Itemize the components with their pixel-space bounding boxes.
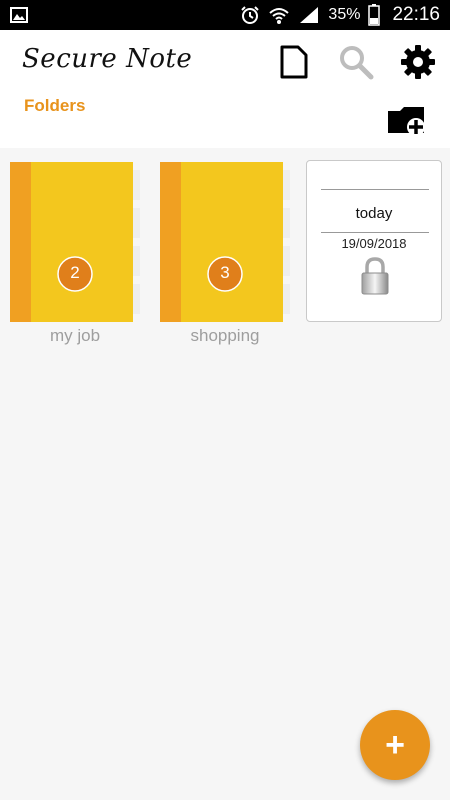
- search-icon: [340, 46, 374, 80]
- new-note-button[interactable]: [274, 42, 314, 82]
- folder-my-job[interactable]: 2: [10, 162, 144, 322]
- add-icon: +: [385, 725, 405, 764]
- signal-icon: [300, 7, 319, 23]
- battery-icon: [368, 4, 381, 26]
- search-button[interactable]: [336, 42, 376, 82]
- app-bar: Secure Note Folders: [0, 30, 450, 148]
- divider: [321, 232, 429, 233]
- add-folder-icon: [388, 107, 425, 136]
- notebook-icon: [10, 162, 140, 322]
- battery-percent: 35%: [328, 6, 361, 23]
- settings-button[interactable]: [398, 42, 438, 82]
- status-bar: 35% 22:16: [0, 0, 450, 30]
- clock-time: 22:16: [392, 4, 440, 25]
- divider: [321, 189, 429, 190]
- notebook-icon: [160, 162, 290, 322]
- folder-shopping[interactable]: 3: [160, 162, 294, 322]
- lock-icon: [361, 257, 389, 295]
- image-icon: [10, 7, 28, 23]
- alarm-icon: [241, 6, 260, 24]
- note-date: 19/09/2018: [341, 236, 407, 251]
- add-note-fab[interactable]: +: [360, 710, 430, 780]
- folders-label: Folders: [24, 96, 86, 115]
- folder-note-count: 2: [70, 263, 80, 282]
- gear-icon: [401, 45, 435, 79]
- new-note-icon: [280, 45, 308, 79]
- folder-note-count: 3: [220, 263, 230, 282]
- add-folder-button[interactable]: [386, 100, 426, 140]
- app-title: Secure Note: [22, 44, 193, 74]
- note-card[interactable]: today 19/09/2018: [306, 160, 442, 322]
- folder-name: shopping: [190, 326, 260, 345]
- note-title: today: [355, 205, 393, 222]
- wifi-icon: [269, 8, 290, 24]
- folder-name: my job: [49, 326, 101, 345]
